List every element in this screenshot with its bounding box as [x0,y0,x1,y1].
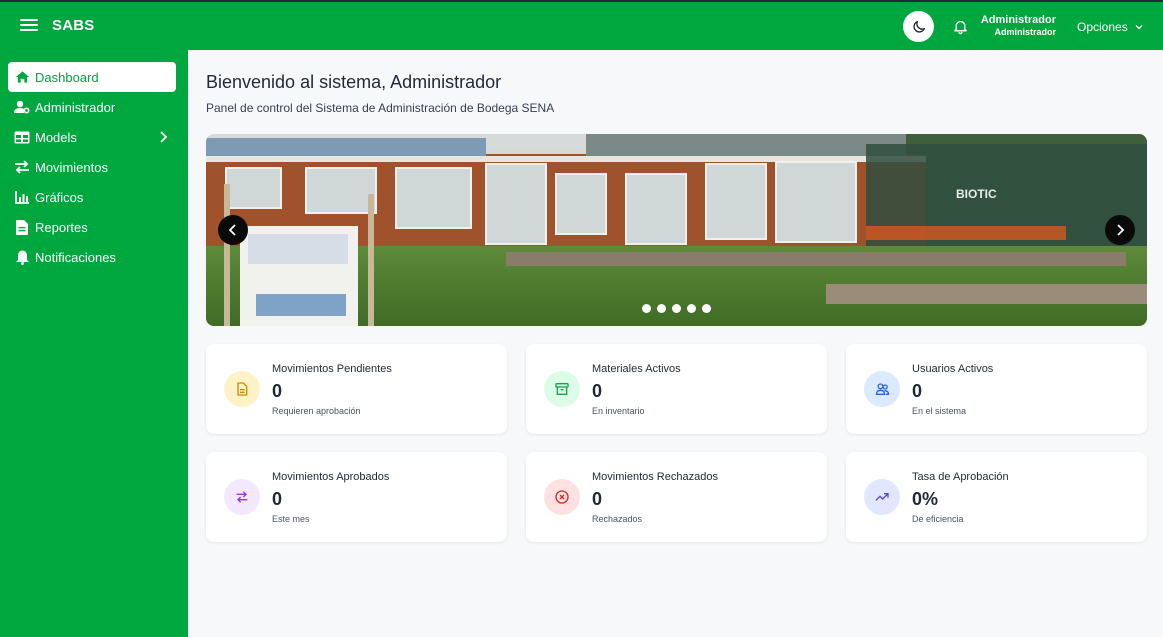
carousel-next-button[interactable] [1105,215,1135,245]
stat-card-pending-movements: Movimientos Pendientes 0 Requieren aprob… [206,344,507,434]
sidebar-item-graficos[interactable]: Gráficos [8,182,176,212]
options-dropdown[interactable]: Opciones [1077,20,1144,34]
stat-value: 0 [592,381,603,401]
table-icon [14,129,30,145]
notifications-bell-icon[interactable] [952,18,969,35]
sidebar-item-models[interactable]: Models [8,122,176,152]
stat-card-active-users: Usuarios Activos 0 En el sistema [846,344,1147,434]
stat-label: Materiales Activos [592,363,681,375]
app-brand[interactable]: SABS [52,17,94,34]
sidebar-item-label: Administrador [35,99,116,115]
dark-mode-toggle-button[interactable] [903,11,934,42]
sidebar-item-reportes[interactable]: Reportes [8,212,176,242]
stat-sublabel: Requieren aprobación [272,406,361,416]
document-icon [224,371,260,407]
stat-sublabel: En el sistema [912,406,967,416]
exchange-icon [14,159,30,175]
sidebar-item-label: Notificaciones [35,249,116,265]
carousel-dot-1[interactable] [642,304,651,313]
stat-card-approved-movements: Movimientos Aprobados 0 Este mes [206,452,507,542]
user-info[interactable]: Administrador Administrador [981,14,1056,38]
sidebar-item-label: Reportes [35,219,88,235]
stat-value: 0% [912,489,939,509]
page-title: Bienvenido al sistema, Administrador [206,72,502,92]
user-role: Administrador [994,27,1056,37]
sidebar-item-dashboard[interactable]: Dashboard [8,62,176,92]
chevron-right-icon [160,131,168,143]
moon-icon [912,20,925,33]
chevron-right-icon [1117,224,1125,236]
hamburger-menu-icon[interactable] [20,16,38,34]
stat-card-rejected-movements: Movimientos Rechazados 0 Rechazados [526,452,827,542]
stat-card-approval-rate: Tasa de Aprobación 0% De eficiencia [846,452,1147,542]
file-icon [14,219,30,235]
stat-sublabel: En inventario [592,406,645,416]
stat-value: 0 [592,489,603,509]
top-navbar: SABS Administrador Administrador Opcione… [0,0,1163,50]
stat-label: Usuarios Activos [912,363,994,375]
trending-up-icon [864,479,900,515]
user-name: Administrador [980,14,1056,26]
stat-value: 0 [272,381,283,401]
options-label: Opciones [1077,20,1128,34]
stat-label: Movimientos Rechazados [592,471,718,483]
sidebar-item-label: Models [35,129,77,145]
bar-chart-icon [14,189,30,205]
arrows-exchange-icon [224,479,260,515]
user-cog-icon [14,99,30,115]
chevron-left-icon [228,224,236,236]
carousel-prev-button[interactable] [218,215,248,245]
page-subtitle: Panel de control del Sistema de Administ… [206,101,555,115]
bell-icon [14,249,30,265]
carousel-dot-5[interactable] [702,304,711,313]
sidebar-item-notificaciones[interactable]: Notificaciones [8,242,176,272]
carousel-dot-4[interactable] [687,304,696,313]
chevron-down-icon [1135,25,1143,30]
home-icon [14,69,30,85]
archive-icon [544,371,580,407]
image-carousel[interactable]: BIOTIC [206,134,1147,326]
sidebar-item-label: Movimientos [35,159,108,175]
stat-card-active-materials: Materiales Activos 0 En inventario [526,344,827,434]
sidebar-item-administrador[interactable]: Administrador [8,92,176,122]
carousel-dot-3[interactable] [672,304,681,313]
x-circle-icon [544,479,580,515]
users-icon [864,371,900,407]
stat-value: 0 [912,381,923,401]
sidebar-item-label: Dashboard [35,69,99,85]
stat-value: 0 [272,489,283,509]
sidebar: Dashboard Administrador Models Movimient… [0,50,188,637]
carousel-indicators [642,304,711,313]
sidebar-item-movimientos[interactable]: Movimientos [8,152,176,182]
stat-label: Tasa de Aprobación [912,471,1009,483]
stat-label: Movimientos Aprobados [272,471,390,483]
sign-text: BIOTIC [956,187,997,201]
campus-building-photo: BIOTIC [206,134,1147,326]
stat-sublabel: De eficiencia [912,514,964,524]
stat-sublabel: Este mes [272,514,310,524]
stat-sublabel: Rechazados [592,514,643,524]
sidebar-item-label: Gráficos [35,189,84,205]
carousel-dot-2[interactable] [657,304,666,313]
main-content: Bienvenido al sistema, Administrador Pan… [188,50,1163,637]
stat-label: Movimientos Pendientes [272,363,392,375]
